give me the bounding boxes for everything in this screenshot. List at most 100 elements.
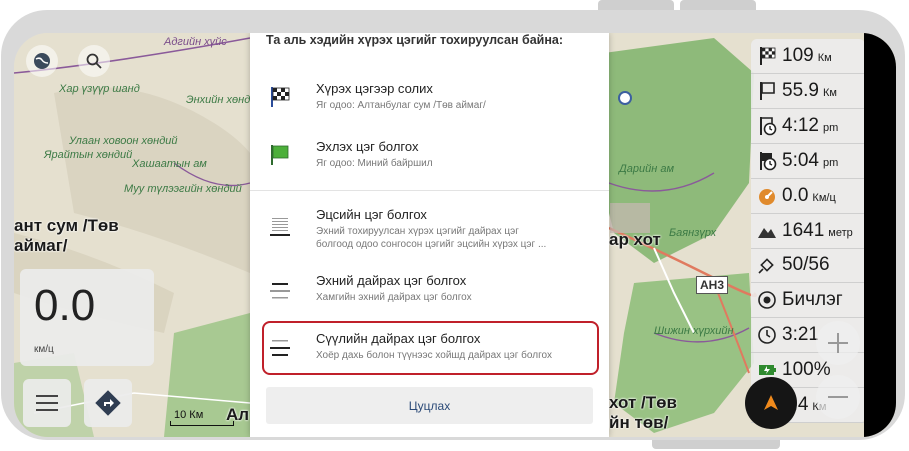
info-row[interactable]: 0.0 Км/ц [751, 179, 865, 214]
navigation-arrow-icon [764, 395, 778, 410]
info-value: Бичлэг [782, 289, 847, 311]
info-row[interactable]: 4:12 pm [751, 109, 865, 144]
globe-icon [34, 53, 50, 69]
set-final-destination-option[interactable]: Эцсийн цэг болгох Эхний тохируулсан хүрэ… [250, 195, 609, 259]
map-screen[interactable]: Адгийн хүйс Хар үзүүр шанд Энхийн хөндий… [14, 33, 896, 437]
city-label-line: аймаг/ [14, 236, 68, 255]
info-value: 4:12 pm [782, 115, 838, 137]
first-waypoint-icon [270, 283, 290, 299]
info-value: 55.9 Км [782, 80, 837, 102]
info-unit: pm [822, 156, 839, 169]
finish-time-icon [760, 151, 777, 170]
directions-icon [95, 390, 121, 416]
info-unit: Км [817, 52, 832, 64]
option-title: Хүрэх цэгээр солих [316, 81, 433, 96]
option-subtitle: Хамгийн эхний дайрах цэг болгох [316, 292, 472, 303]
info-value: 50/56 [782, 254, 834, 276]
screen-edge [864, 33, 896, 437]
info-row[interactable]: 1641 метр [751, 214, 865, 249]
menu-icon [36, 395, 58, 411]
city-label-line: ант сум /Төв [14, 216, 119, 235]
info-value: 5:04 pm [782, 150, 838, 172]
zoom-out-button[interactable] [816, 375, 860, 419]
map-label: Хашаатын ам [132, 158, 207, 170]
navigation-button[interactable] [745, 377, 797, 429]
info-number: 3:21 [782, 324, 819, 346]
option-title: Эхлэх цэг болгох [316, 139, 419, 154]
map-label: Муу түлээгийн хөндий [124, 183, 242, 195]
phone-frame: Адгийн хүйс Хар үзүүр шанд Энхийн хөндий… [1, 10, 905, 440]
info-unit: pm [822, 121, 839, 134]
green-flag-icon [271, 145, 289, 165]
set-first-waypoint-option[interactable]: Эхний дайрах цэг болгох Хамгийн эхний да… [250, 263, 609, 319]
menu-button[interactable] [23, 379, 71, 427]
checkered-flag-icon [760, 47, 776, 65]
info-number: 50/56 [782, 254, 830, 276]
city-label: ар хот [609, 230, 661, 249]
info-value: 0.0 Км/ц [782, 185, 836, 207]
flag-icon [760, 81, 775, 100]
plus-icon [828, 333, 848, 353]
gps-icon [758, 291, 776, 310]
info-unit: Км [822, 86, 837, 99]
checkered-flag-icon [271, 87, 290, 107]
satellite-icon [758, 258, 774, 274]
city-label-line: йн төв/ [609, 413, 669, 432]
info-panel: 109 Км 55.9 Км 4:12 pm 5:04 pm 0.0 Км/ц 1641 метр 50… [751, 39, 865, 423]
info-number: 0.0 [782, 184, 809, 206]
info-number: Бичлэг [782, 289, 843, 311]
layers-button[interactable] [26, 45, 58, 77]
option-subtitle: Яг одоо: Миний байршил [316, 158, 433, 169]
map-label: Баянзүрх [669, 227, 717, 239]
info-unit: метр [828, 226, 853, 239]
cancel-button[interactable]: Цуцлах [266, 387, 593, 424]
map-label: Хар үзүүр шанд [59, 83, 140, 95]
map-label: Улаан ховоон хөндий [69, 135, 178, 147]
info-number: 5:04 [782, 149, 819, 171]
option-title: Эцсийн цэг болгох [316, 207, 427, 222]
map-scale-label: 10 Км [174, 409, 204, 421]
search-icon [86, 53, 102, 69]
altitude-icon [758, 227, 776, 238]
city-label-line: хот /Төв [609, 393, 677, 412]
dialog-title: Та аль хэдийн хүрэх цэгийг тохируулсан б… [266, 33, 564, 47]
set-start-option[interactable]: Эхлэх цэг болгох Яг одоо: Миний байршил [250, 127, 609, 183]
option-subtitle: Яг одоо: Алтанбулаг сум /Төв аймаг/ [316, 100, 486, 111]
highlight-outline [262, 321, 599, 375]
speed-icon [759, 188, 775, 205]
info-row[interactable]: 5:04 pm [751, 144, 865, 179]
speed-value: 0.0 [34, 281, 96, 330]
option-subtitle: Эхний тохируулсан хүрэх цэгийг дайрах цэ… [316, 226, 519, 237]
info-row[interactable]: 55.9 Км [751, 74, 865, 109]
option-title: Эхний дайрах цэг болгох [316, 273, 467, 288]
map-label: Шижин хүрхийн [654, 325, 734, 337]
speed-widget[interactable]: 0.0 км/ц [20, 269, 154, 366]
info-row[interactable]: 109 Км [751, 39, 865, 74]
last-point-icon [270, 218, 290, 236]
map-label: Ярайтын хөндий [44, 149, 133, 161]
info-number: 109 [782, 45, 814, 66]
zoom-in-button[interactable] [816, 321, 860, 365]
info-row[interactable]: Бичлэг [751, 283, 865, 319]
my-location-marker [618, 91, 632, 105]
arrival-time-icon [760, 116, 777, 136]
info-row[interactable]: 50/56 [751, 248, 865, 284]
city-label: хот /Төв йн төв/ [609, 393, 677, 433]
road-sign: АН3 [696, 276, 729, 294]
info-value: 109 Км [782, 45, 832, 67]
info-number: 100% [782, 359, 831, 381]
map-label: Дарийн ам [619, 163, 674, 175]
city-label: ант сум /Төв аймаг/ [14, 216, 119, 256]
info-number: 4:12 [782, 114, 819, 136]
info-unit: Км/ц [812, 191, 836, 204]
section-divider [250, 190, 609, 191]
time-icon [758, 326, 776, 344]
option-subtitle-line2: болгоод одоо сонгосон цэгийг эцсийн хүрэ… [316, 239, 547, 250]
info-number: 1641 [782, 219, 825, 241]
search-button[interactable] [78, 45, 110, 77]
route-button[interactable] [84, 379, 132, 427]
map-label: Адгийн хүйс [164, 36, 227, 48]
map-scale-bar [170, 421, 234, 426]
replace-destination-option[interactable]: Хүрэх цэгээр солих Яг одоо: Алтанбулаг с… [250, 69, 609, 125]
info-value: 1641 метр [782, 220, 853, 242]
